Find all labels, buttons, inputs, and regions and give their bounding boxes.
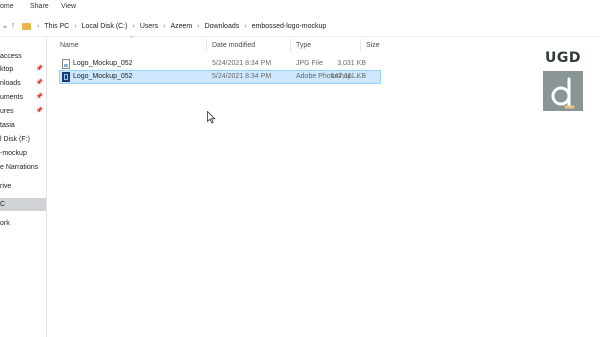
sidebar-item-onedrive[interactable]: rive — [0, 180, 46, 193]
sidebar-item-desktop[interactable]: ktop 📌 — [0, 63, 46, 76]
column-header-type[interactable]: Type — [296, 42, 311, 49]
breadcrumb-current-folder[interactable]: embossed-logo-mockup — [250, 23, 329, 30]
sidebar-item-pictures[interactable]: ures 📌 — [0, 105, 46, 118]
breadcrumb-users[interactable]: Users — [138, 23, 160, 30]
sidebar-item-downloads[interactable]: nloads 📌 — [0, 77, 46, 90]
this-pc-icon — [22, 22, 31, 30]
sidebar-item-label: rive — [0, 183, 12, 190]
watermark-emblem — [543, 71, 583, 111]
pin-icon: 📌 — [35, 80, 43, 86]
sidebar-item-camtasia[interactable]: tasia — [0, 119, 46, 132]
ribbon-tab-share[interactable]: Share — [30, 3, 49, 10]
chevron-right-icon[interactable]: › — [241, 23, 249, 30]
sidebar-item-label: ork — [0, 220, 10, 227]
chevron-right-icon[interactable]: › — [160, 23, 168, 30]
sidebar-item-documents[interactable]: uments 📌 — [0, 91, 46, 104]
chevron-right-icon[interactable]: › — [34, 23, 42, 30]
chevron-right-icon[interactable]: › — [194, 23, 202, 30]
chevron-right-icon[interactable]: › — [71, 23, 79, 30]
file-date: 5/24/2021 8:34 PM — [212, 60, 272, 67]
column-divider[interactable] — [360, 39, 361, 52]
file-name: Logo_Mockup_052 — [73, 60, 133, 67]
breadcrumb-downloads[interactable]: Downloads — [203, 23, 242, 30]
sidebar-item-mockup[interactable]: -mockup — [0, 147, 46, 160]
up-arrow-icon[interactable]: ↑ — [8, 18, 18, 32]
pin-icon: 📌 — [35, 108, 43, 114]
navigation-pane: access ktop 📌 nloads 📌 uments 📌 ures 📌 tasia… — [0, 36, 47, 337]
breadcrumb-azeem[interactable]: Azeem — [168, 23, 194, 30]
ribbon-tab-view[interactable]: View — [61, 3, 76, 10]
sidebar-item-narrations[interactable]: e Narrations — [0, 161, 46, 174]
breadcrumb-this-pc[interactable]: This PC — [42, 23, 71, 30]
sidebar-item-label: access — [0, 53, 22, 60]
column-divider[interactable] — [206, 39, 207, 52]
sidebar-item-this-pc[interactable]: C — [0, 198, 46, 211]
sidebar-item-label: C — [0, 201, 6, 208]
file-name: Logo_Mockup_052 — [73, 73, 133, 80]
sidebar-item-label: e Narrations — [0, 164, 39, 171]
breadcrumb: › This PC › Local Disk (C:) › Users › Az… — [22, 19, 328, 33]
jpg-file-icon — [62, 59, 70, 69]
file-type: JPG File — [296, 60, 323, 67]
sidebar-item-label: tasia — [0, 122, 15, 129]
file-row-selected[interactable]: Logo_Mockup_052 5/24/2021 8:34 PM Adobe … — [59, 70, 381, 84]
sidebar-item-local-disk-f[interactable]: l Disk (F:) — [0, 133, 46, 146]
pin-icon: 📌 — [35, 94, 43, 100]
file-date: 5/24/2021 8:34 PM — [212, 73, 272, 80]
file-size: 147,111 KB — [330, 73, 366, 80]
breadcrumb-local-disk[interactable]: Local Disk (C:) — [80, 23, 130, 30]
sidebar-item-quick-access[interactable]: access — [0, 50, 46, 63]
watermark-text: UGD — [545, 50, 581, 66]
column-header-date-modified[interactable]: Date modified — [212, 42, 255, 49]
column-divider[interactable] — [290, 39, 291, 52]
address-bar[interactable]: ⌄ ↑ › This PC › Local Disk (C:) › Users … — [0, 14, 600, 37]
chevron-right-icon[interactable]: › — [130, 23, 138, 30]
sidebar-item-label: l Disk (F:) — [0, 136, 30, 143]
ribbon-tab-home[interactable]: ome — [0, 3, 14, 10]
sidebar-item-network[interactable]: ork — [0, 217, 46, 230]
column-header-name[interactable]: Name — [60, 42, 79, 49]
column-headers: ^ Name Date modified Type Size — [46, 36, 446, 54]
sort-up-icon: ^ — [130, 36, 133, 42]
watermark-logo: UGD — [541, 50, 585, 112]
file-row[interactable]: Logo_Mockup_052 5/24/2021 8:34 PM JPG Fi… — [60, 58, 380, 70]
file-size: 3,031 KB — [337, 60, 366, 67]
column-header-size[interactable]: Size — [366, 42, 380, 49]
psd-file-icon — [62, 72, 70, 82]
pin-icon: 📌 — [35, 66, 43, 72]
sidebar-item-label: -mockup — [0, 150, 27, 157]
ribbon: ome Share View — [0, 0, 600, 14]
